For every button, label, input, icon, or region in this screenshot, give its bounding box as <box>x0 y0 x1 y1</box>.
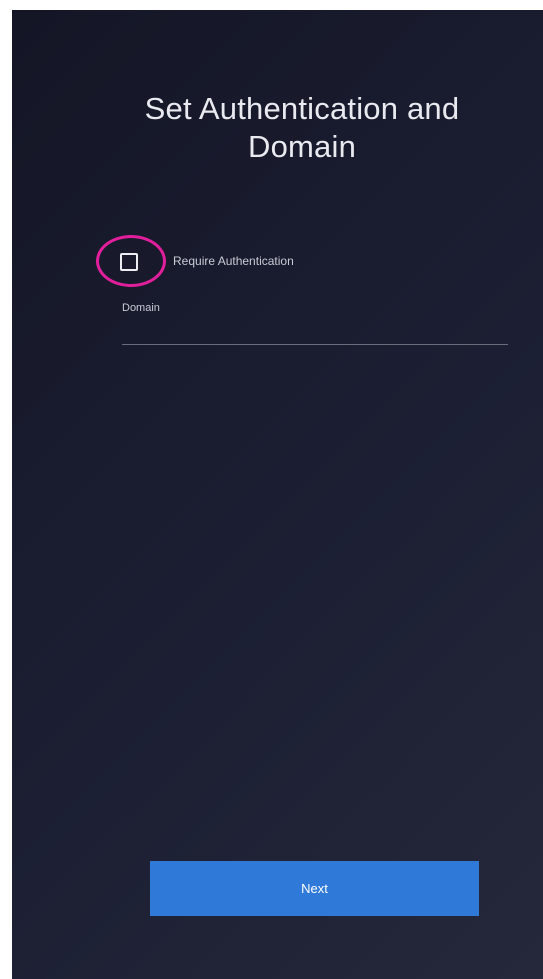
domain-label: Domain <box>122 302 160 314</box>
require-authentication-checkbox[interactable] <box>120 253 138 271</box>
page-title: Set Authentication and Domain <box>144 91 460 164</box>
require-authentication-label[interactable]: Require Authentication <box>173 254 294 268</box>
next-button[interactable]: Next <box>150 861 479 916</box>
require-authentication-row[interactable]: Require Authentication <box>96 235 396 287</box>
setup-screen: Set Authentication and Domain Require Au… <box>12 10 543 979</box>
page-frame: Set Authentication and Domain Require Au… <box>0 0 543 979</box>
domain-input[interactable] <box>122 316 508 345</box>
